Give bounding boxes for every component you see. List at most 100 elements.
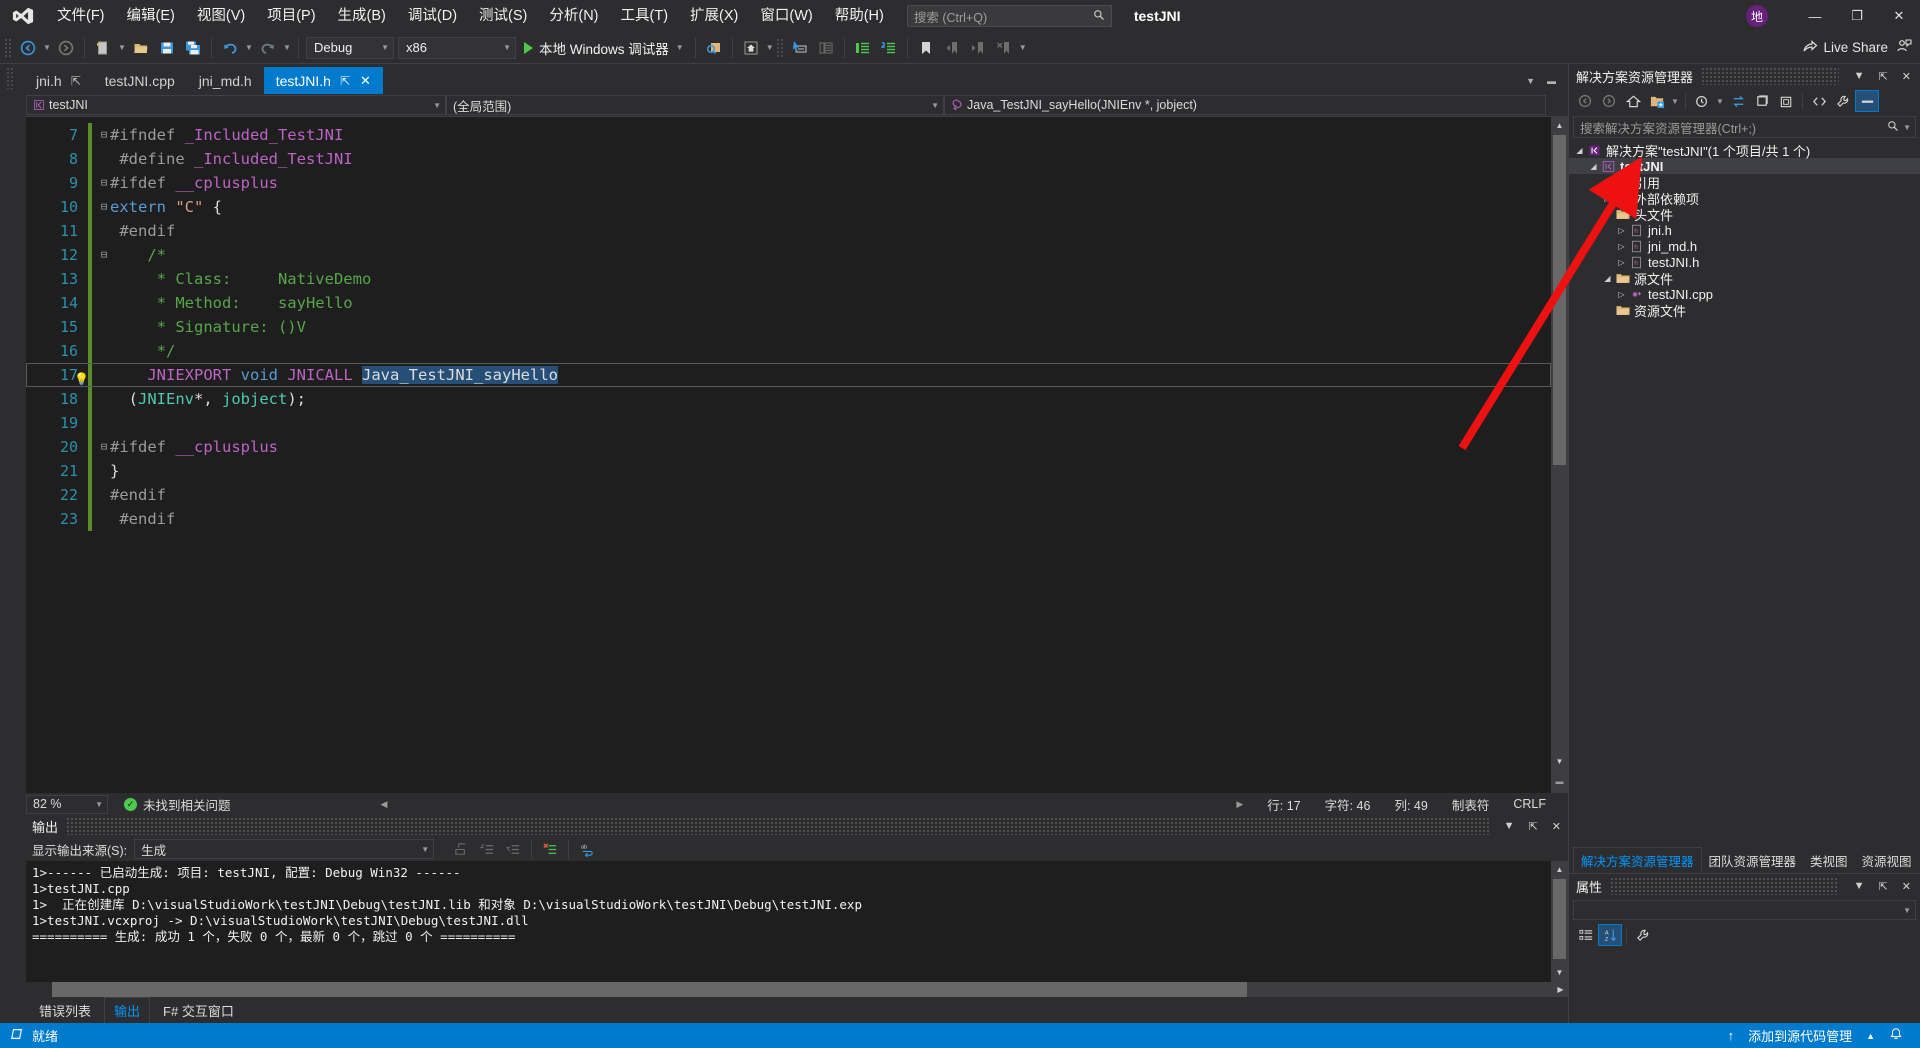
uncomment-selection-icon[interactable] [876,36,902,60]
code-line[interactable]: 22 #endif [26,483,1551,507]
add-to-source-control-label[interactable]: 添加到源代码管理 [1741,1026,1859,1045]
pending-changes-icon[interactable] [1690,90,1714,112]
code-line[interactable]: 20 ⊟ #ifdef __cplusplus [26,435,1551,459]
issues-next-icon[interactable]: ▶ [1224,799,1255,810]
menu-analyze[interactable]: 分析(N) [538,0,609,32]
code-line[interactable]: 10 ⊟ extern "C" { [26,195,1551,219]
tree-item-testjni11[interactable]: ◢ 解决方案"testJNI"(1 个项目/共 1 个) [1569,142,1920,159]
menu-window[interactable]: 窗口(W) [749,0,823,32]
output-go-to-message-icon[interactable] [448,837,474,861]
output-horizontal-scrollbar[interactable]: ▶ [52,982,1568,997]
properties-grid[interactable] [1569,948,1920,1023]
tab-class-view[interactable]: 类视图 [1803,848,1855,873]
code-line[interactable]: 9 ⊟ #ifdef __cplusplus [26,171,1551,195]
tree-item-testjni[interactable]: ◢ testJNI [1569,158,1920,174]
code-line[interactable]: 12 ⊟ /* [26,243,1551,267]
expanded-chevron-icon[interactable]: ◢ [1587,162,1600,171]
alphabetical-view-icon[interactable]: AZ [1598,924,1622,946]
code-line[interactable]: 17 💡 JNIEXPORT void JNICALL Java_TestJNI_… [26,363,1551,387]
new-file-caret[interactable]: ▼ [116,36,128,60]
properties-icon[interactable] [1831,90,1855,112]
user-avatar[interactable]: 地 [1746,5,1768,27]
notifications-icon[interactable] [1882,1027,1910,1044]
save-all-icon[interactable] [180,36,206,60]
toolbar-grip-2[interactable] [775,37,784,58]
maximize-button[interactable]: ❐ [1836,0,1878,32]
collapsed-chevron-icon[interactable]: ▷ [1601,194,1614,203]
tree-item-[interactable]: 头文件 [1569,206,1920,223]
panel-pin-icon[interactable]: ⇱ [1872,880,1895,893]
code-line[interactable]: 18 (JNIEnv*, jobject); [26,387,1551,411]
menu-debug[interactable]: 调试(D) [397,0,468,32]
output-dropdown-icon[interactable]: ▼ [1497,820,1522,832]
code-line[interactable]: 16 */ [26,339,1551,363]
solution-configuration-combo[interactable]: Debug ▼ [306,36,394,59]
collapse-all-icon[interactable] [1774,90,1798,112]
properties-object-combo[interactable]: ▼ [1573,900,1916,920]
view-code-icon[interactable] [1807,90,1831,112]
start-debugging-button[interactable]: 本地 Windows 调试器 ▼ [518,36,690,60]
scroll-up-icon[interactable]: ▲ [1551,117,1568,133]
code-editor[interactable]: 7 ⊟ #ifndef _Included_TestJNI 8 #define _In… [26,117,1551,793]
minimize-button[interactable]: — [1794,0,1836,32]
redo-icon[interactable] [255,36,281,60]
menu-test[interactable]: 测试(S) [468,0,538,32]
tree-item-jni.h[interactable]: ▷ h jni.h [1569,222,1920,238]
scroll-split-icon[interactable]: ▬ [1551,773,1568,789]
open-file-icon[interactable] [128,36,154,60]
solution-explorer-search-input[interactable]: 搜索解决方案资源管理器(Ctrl+;) ▼ [1573,116,1916,138]
pending-changes-caret[interactable]: ▼ [1714,89,1726,113]
feedback-icon[interactable] [1896,38,1912,57]
solution-explorer-drag-handle[interactable] [1701,67,1839,85]
sync-with-active-document-icon[interactable] [1726,90,1750,112]
home-caret[interactable]: ▼ [764,36,776,60]
code-line[interactable]: 14 * Method: sayHello [26,291,1551,315]
output-previous-message-icon[interactable] [474,837,500,861]
search-options-caret[interactable]: ▼ [1899,123,1911,132]
navigate-forward-icon[interactable] [53,36,79,60]
tree-item-[interactable]: 资源文件 [1569,302,1920,319]
code-line[interactable]: 23 #endif [26,507,1551,531]
code-line[interactable]: 15 * Signature: ()V [26,315,1551,339]
redo-caret[interactable]: ▼ [281,36,293,60]
expanded-chevron-icon[interactable]: ◢ [1601,274,1614,283]
document-tab-jni-h[interactable]: jni.h ⇱ [24,67,93,94]
preview-selected-items-icon[interactable] [1855,90,1879,112]
fold-toggle[interactable]: ⊟ [98,243,110,267]
undo-caret[interactable]: ▼ [243,36,255,60]
tree-item-[interactable]: ▷ 引用 [1569,174,1920,191]
scroll-thumb[interactable] [52,982,1247,997]
output-pin-icon[interactable]: ⇱ [1522,820,1545,833]
properties-drag-handle[interactable] [1610,877,1839,895]
code-line[interactable]: 19 [26,411,1551,435]
chevron-down-icon[interactable]: ▼ [669,43,684,52]
pin-icon[interactable]: ⇱ [340,74,350,88]
close-button[interactable]: ✕ [1878,0,1920,32]
toolbar-overflow-caret[interactable]: ▼ [1017,36,1029,60]
show-all-files-icon[interactable] [1645,90,1669,112]
issues-prev-icon[interactable]: ◀ [381,799,388,810]
nav-member-combo[interactable]: Java_TestJNI_sayHello(JNIEnv *, jobject) [944,95,1546,115]
fold-toggle[interactable]: ⊟ [98,123,110,147]
tab-list-chevron-icon[interactable]: ▼ [1520,76,1541,86]
tab-team-explorer[interactable]: 团队资源管理器 [1702,848,1804,873]
editor-vertical-scrollbar[interactable]: ▲ ▼ ▬ [1551,117,1568,793]
global-search-input[interactable]: 搜索 (Ctrl+Q) [906,5,1112,27]
solution-platform-combo[interactable]: x86 ▼ [398,36,516,59]
menu-file[interactable]: 文件(F) [46,0,116,32]
new-file-icon[interactable] [90,36,116,60]
menu-view[interactable]: 视图(V) [186,0,256,32]
fold-toggle[interactable]: ⊟ [98,195,110,219]
navigate-backward-caret[interactable]: ▼ [41,36,53,60]
code-line[interactable]: 8 #define _Included_TestJNI [26,147,1551,171]
fold-toggle[interactable]: ⊟ [98,171,110,195]
expanded-chevron-icon[interactable]: ◢ [1573,146,1586,155]
scroll-thumb[interactable] [1553,135,1566,465]
code-lines[interactable]: 7 ⊟ #ifndef _Included_TestJNI 8 #define _In… [26,117,1551,793]
panel-close-icon[interactable]: ✕ [1895,880,1920,893]
code-line[interactable]: 7 ⊟ #ifndef _Included_TestJNI [26,123,1551,147]
menu-help[interactable]: 帮助(H) [824,0,895,32]
comment-selection-icon[interactable] [850,36,876,60]
properties-window-icon[interactable] [813,36,839,60]
tree-item-[interactable]: ▷ 外部依赖项 [1569,190,1920,207]
